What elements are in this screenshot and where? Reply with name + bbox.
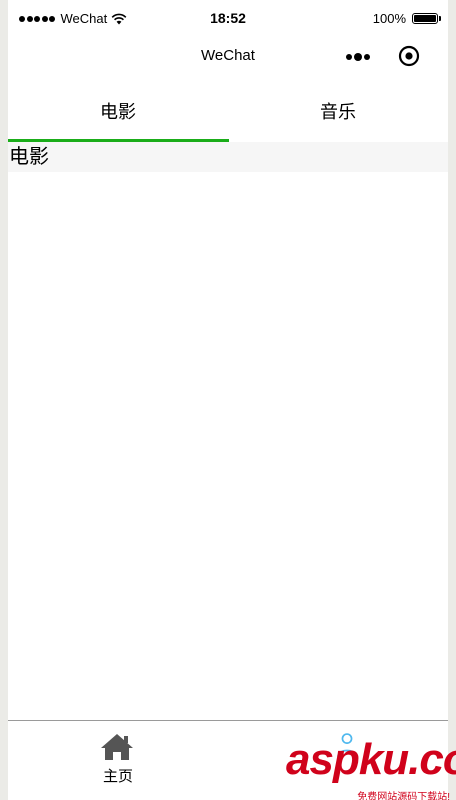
tab-movies[interactable]: 电影 [8, 85, 229, 142]
watermark-logo-text: aspku.com [286, 735, 456, 784]
status-right: 100% [372, 11, 441, 26]
content-area: 电影 [8, 142, 448, 720]
tabbar-item-home[interactable]: 主页 [8, 721, 228, 800]
record-target-icon[interactable] [398, 45, 420, 67]
navigation-bar: WeChat [8, 38, 448, 76]
top-tabs: 电影 音乐 [8, 85, 448, 142]
tab-music[interactable]: 音乐 [228, 85, 448, 142]
tab-movies-label: 电影 [100, 102, 136, 122]
content-heading: 电影 [8, 142, 448, 172]
tab-music-label: 音乐 [320, 102, 356, 122]
site-watermark: aspku.com 免费网站源码下载站! [286, 738, 456, 800]
more-dots-icon[interactable] [346, 53, 372, 61]
home-icon [101, 734, 133, 760]
screen: WeChat 18:52 100% WeChat 电影 音乐 电影 主页 asp… [0, 0, 456, 800]
nav-title: WeChat [201, 47, 255, 64]
battery-percentage: 100% [372, 11, 406, 26]
battery-icon [412, 13, 441, 24]
watermark-slogan: 免费网站源码下载站! [357, 792, 450, 800]
phone-screen: WeChat 18:52 100% WeChat 电影 音乐 电影 主页 [8, 0, 448, 800]
tabbar-home-label: 主页 [102, 768, 133, 785]
status-bar: WeChat 18:52 100% [8, 0, 448, 38]
